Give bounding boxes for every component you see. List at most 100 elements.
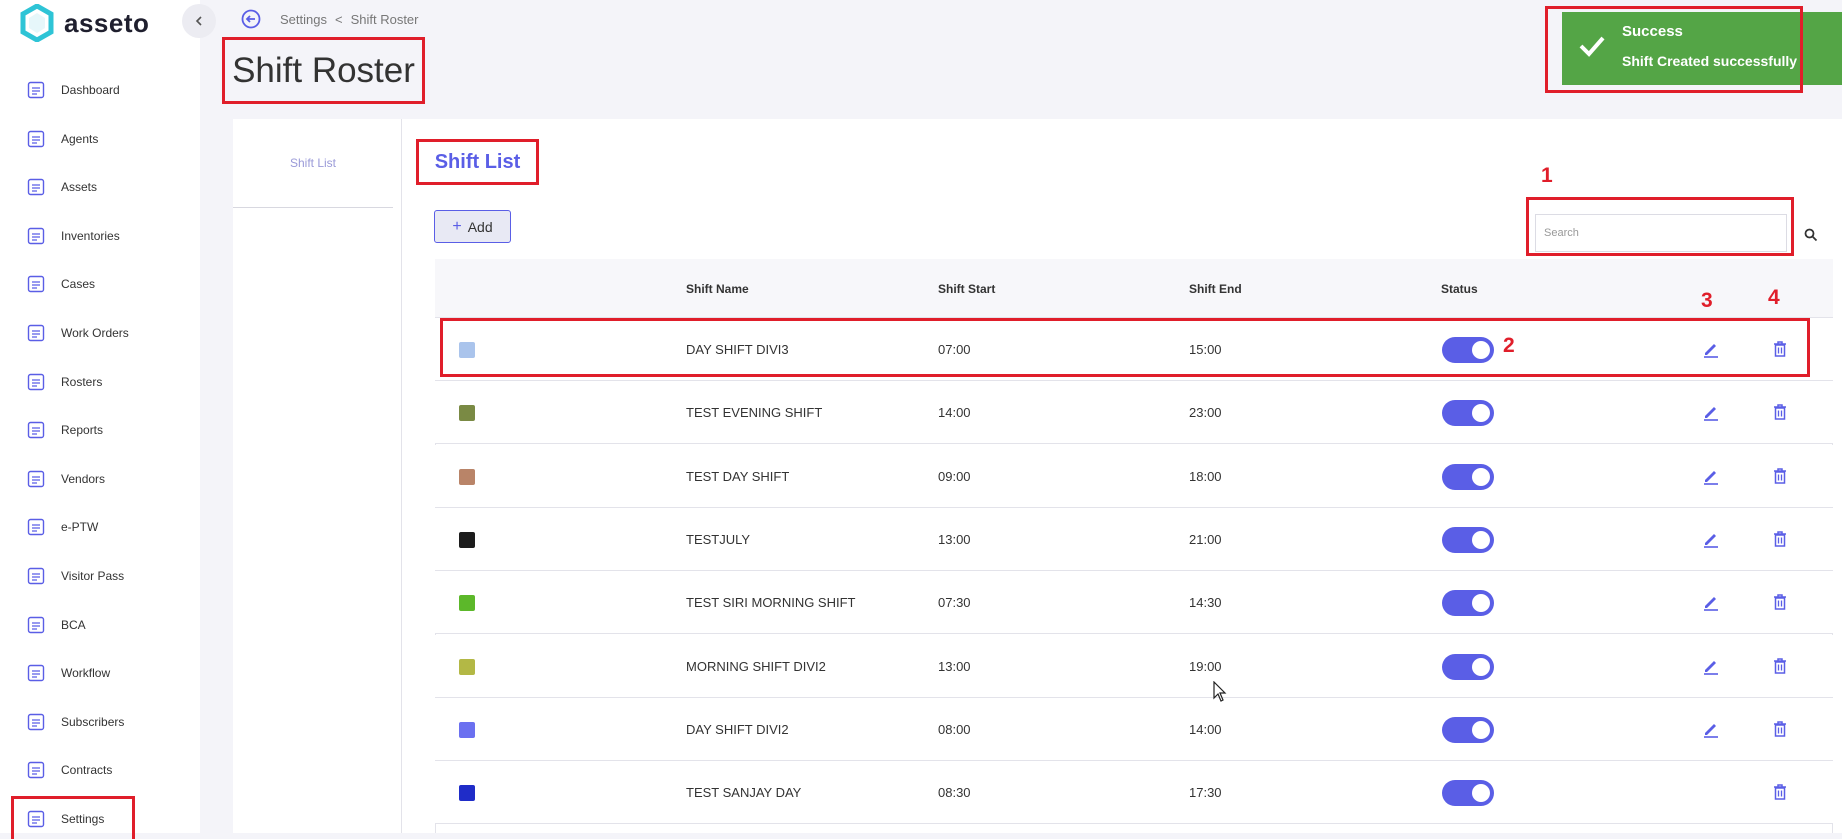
work-orders-icon	[27, 324, 45, 342]
visitor-pass-icon	[27, 567, 45, 585]
status-toggle[interactable]	[1442, 590, 1494, 617]
shift-start-cell: 07:00	[938, 342, 971, 357]
shift-end-cell: 21:00	[1189, 531, 1222, 547]
table-header: Shift Name Shift Start Shift End Status	[435, 259, 1833, 318]
sidebar-item-contracts[interactable]: Contracts	[14, 750, 184, 790]
sidebar-item-reports[interactable]: Reports	[14, 410, 184, 450]
sidebar-item-label: Vendors	[61, 471, 106, 486]
delete-icon[interactable]	[1772, 340, 1788, 358]
shift-name-cell: MORNING SHIFT DIVI2	[686, 658, 826, 674]
shift-start-cell: 07:30	[938, 595, 971, 611]
sidebar-item-label: Rosters	[61, 374, 103, 389]
sidebar-item-dashboard[interactable]: Dashboard	[14, 70, 184, 110]
logo[interactable]: asseto	[20, 4, 149, 42]
header-shift-start: Shift Start	[938, 282, 996, 296]
logo-text: asseto	[64, 7, 150, 38]
edit-icon[interactable]	[1702, 340, 1720, 358]
delete-icon[interactable]	[1772, 467, 1788, 485]
edit-icon[interactable]	[1702, 593, 1720, 611]
collapse-sidebar-button[interactable]	[182, 4, 216, 38]
sidebar-item-assets[interactable]: Assets	[14, 167, 184, 207]
status-toggle[interactable]	[1442, 653, 1494, 680]
header-shift-name: Shift Name	[686, 282, 749, 296]
shift-end-cell: 14:30	[1189, 595, 1222, 611]
shift-start-cell: 08:30	[938, 785, 971, 801]
status-toggle[interactable]	[1442, 526, 1494, 553]
chevron-left-icon	[195, 16, 202, 26]
back-arrow-icon[interactable]	[241, 9, 261, 29]
mouse-cursor-icon	[1213, 681, 1227, 702]
sidebar-item-inventories[interactable]: Inventories	[14, 216, 184, 256]
annotation-box-toast	[1545, 6, 1803, 93]
edit-icon[interactable]	[1702, 403, 1720, 422]
dashboard-icon	[27, 81, 45, 99]
sidebar-item-label: Cases	[61, 277, 96, 292]
tab-shift-list[interactable]: Shift List	[233, 119, 393, 208]
status-toggle[interactable]	[1442, 716, 1494, 743]
sidebar-item-subscribers[interactable]: Subscribers	[14, 702, 184, 742]
breadcrumb: Settings < Shift Roster	[280, 12, 419, 27]
shift-start-cell: 08:00	[938, 721, 971, 737]
table-row: TEST EVENING SHIFT 14:00 23:00	[435, 381, 1833, 445]
sidebar-item-settings[interactable]: Settings	[11, 796, 135, 839]
sidebar-item-label: BCA	[61, 617, 86, 632]
inventories-icon	[27, 227, 45, 244]
sidebar-item-bca[interactable]: BCA	[14, 605, 184, 645]
delete-icon[interactable]	[1772, 530, 1788, 548]
shift-color-swatch	[459, 405, 475, 422]
delete-icon[interactable]	[1772, 593, 1788, 611]
sidebar-item-vendors[interactable]: Vendors	[14, 459, 184, 499]
shift-end-cell: 18:00	[1189, 468, 1222, 484]
delete-icon[interactable]	[1772, 720, 1788, 738]
plus-icon: +	[452, 217, 462, 235]
shift-color-swatch	[459, 785, 475, 802]
shift-color-swatch	[459, 342, 475, 358]
table-row: TEST SIRI MORNING SHIFT 07:30 14:30	[435, 571, 1833, 635]
delete-icon[interactable]	[1772, 403, 1788, 421]
shift-name-cell: TEST SANJAY DAY	[686, 785, 802, 801]
delete-icon[interactable]	[1772, 783, 1788, 801]
shift-end-cell: 19:00	[1189, 658, 1222, 674]
edit-icon[interactable]	[1702, 530, 1720, 548]
sidebar-item-cases[interactable]: Cases	[14, 264, 184, 304]
logo-hexagon-icon	[20, 4, 54, 42]
add-shift-button[interactable]: + Add	[434, 210, 511, 243]
sidebar-item-rosters[interactable]: Rosters	[14, 362, 184, 402]
edit-icon[interactable]	[1702, 720, 1720, 738]
shift-name-cell: TEST DAY SHIFT	[686, 468, 790, 484]
status-toggle[interactable]	[1442, 337, 1494, 363]
annotation-number-2: 2	[1503, 334, 1515, 357]
status-toggle[interactable]	[1442, 780, 1494, 807]
sidebar-item-visitor-pass[interactable]: Visitor Pass	[14, 556, 184, 596]
delete-icon[interactable]	[1772, 657, 1788, 675]
agents-icon	[27, 130, 45, 147]
section-title: Shift List	[416, 139, 539, 185]
sidebar-item-label: Settings	[61, 812, 105, 826]
shift-end-cell: 14:00	[1189, 721, 1222, 737]
shift-name-cell: TEST SIRI MORNING SHIFT	[686, 595, 856, 611]
sidebar-item-work-orders[interactable]: Work Orders	[14, 313, 184, 353]
workflow-icon	[27, 664, 45, 682]
sidebar-item-workflow[interactable]: Workflow	[14, 653, 184, 693]
search-input[interactable]	[1535, 214, 1787, 252]
assets-icon	[27, 178, 45, 196]
breadcrumb-settings[interactable]: Settings	[280, 12, 327, 27]
status-toggle[interactable]	[1442, 400, 1494, 427]
edit-icon[interactable]	[1702, 467, 1720, 485]
edit-icon[interactable]	[1702, 657, 1720, 675]
shift-color-swatch	[459, 658, 475, 675]
sidebar-item-label: Dashboard	[61, 83, 120, 97]
status-toggle[interactable]	[1442, 463, 1494, 490]
shift-end-cell: 15:00	[1189, 342, 1222, 357]
sidebar-item-e-ptw[interactable]: e-PTW	[14, 507, 184, 547]
header-status: Status	[1441, 282, 1478, 296]
add-button-label: Add	[467, 218, 493, 235]
shift-end-cell: 23:00	[1189, 405, 1222, 421]
search-icon[interactable]	[1804, 228, 1818, 242]
shift-color-swatch	[459, 595, 475, 612]
sidebar-item-agents[interactable]: Agents	[14, 119, 184, 159]
breadcrumb-separator: <	[334, 12, 343, 27]
header-shift-end: Shift End	[1189, 282, 1242, 296]
annotation-number-1: 1	[1541, 164, 1553, 187]
shift-start-cell: 09:00	[938, 468, 971, 484]
